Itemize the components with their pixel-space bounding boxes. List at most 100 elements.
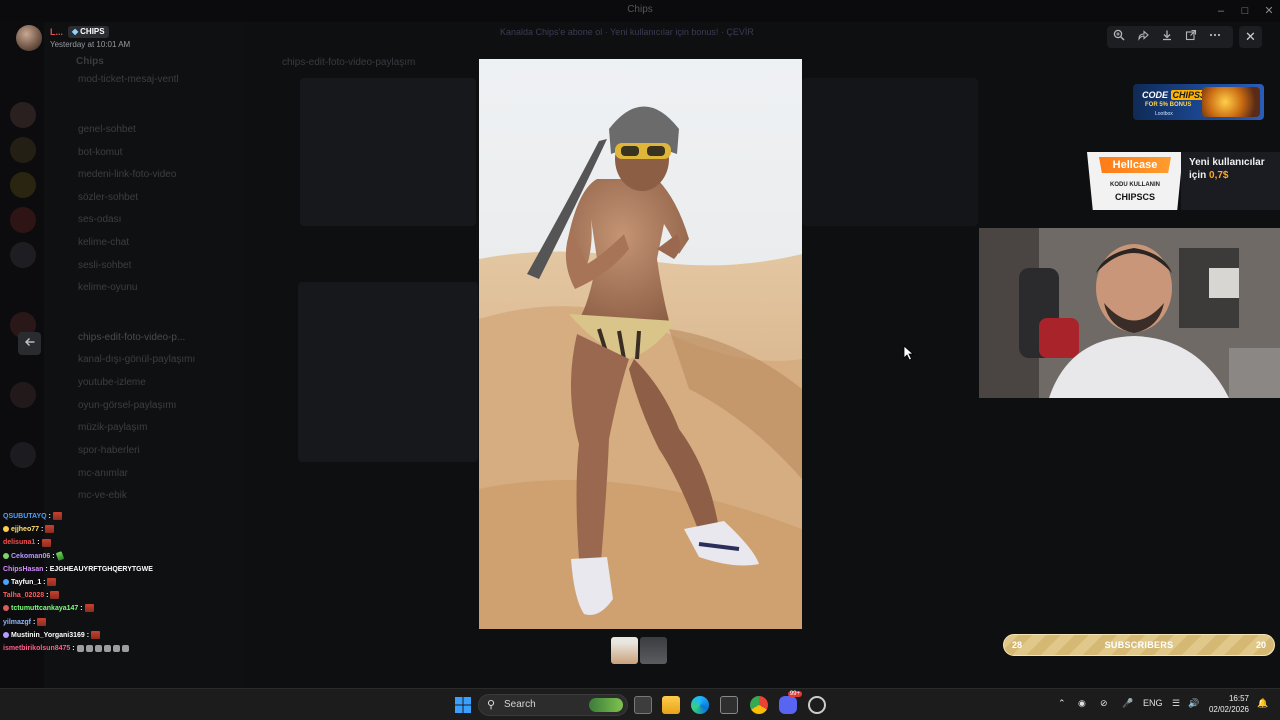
chat-username[interactable]: Talha_02028 [3,592,44,599]
app-tray-icon[interactable]: ⊘ [1100,698,1108,709]
chat-message: ejjheo77 : [3,523,213,536]
server-icon[interactable] [10,382,36,408]
chat-username[interactable]: ismetbirikolsun8475 [3,645,70,652]
edge-browser-icon[interactable] [691,696,709,714]
forward-icon[interactable] [1135,29,1151,45]
channel-item[interactable]: mc-anımlar [78,468,128,479]
maximize-button[interactable]: □ [1234,3,1256,19]
chat-username[interactable]: ChipsHasan [3,566,43,573]
channel-item[interactable]: mod-ticket-mesaj-ventl [78,74,179,85]
volume-icon[interactable]: 🔊 [1188,698,1199,709]
hellcase-amount: 0,7$ [1209,170,1229,181]
chat-username[interactable]: Mustinin_Yorgani3169 [11,632,85,639]
subscribers-goal-bar: 28 SUBSCRIBERS 20 [1003,634,1275,656]
microphone-icon[interactable]: 🎤 [1122,698,1133,709]
chat-username[interactable]: yilmazgf [3,619,31,626]
message-image[interactable] [298,282,478,462]
thumbnail-image[interactable] [640,637,667,664]
arrow-left-icon [24,338,34,346]
sponsor-brand: Lootbox [1155,111,1173,117]
channel-item[interactable]: oyun-görsel-paylaşımı [78,400,176,411]
minimize-button[interactable]: – [1210,3,1232,19]
hellcase-line2: için [1189,170,1207,181]
channel-item[interactable]: mc-ve-ebik [78,490,127,501]
taskbar-search[interactable]: ⚲ Search [478,694,628,716]
chat-emote-icon [45,525,55,534]
sponsor-code-prefix: CODE [1142,90,1169,100]
notification-icon[interactable]: 🔔 [1257,698,1268,709]
server-icon[interactable] [10,207,36,233]
chat-emote-icon [41,538,51,547]
chat-separator: : [70,644,77,652]
discord-tray-icon[interactable]: ◉ [1078,698,1086,709]
language-indicator[interactable]: ENG [1143,698,1163,708]
channel-item[interactable]: müzik-paylaşım [78,422,147,433]
code-sponsor-banner: CODE CHIPS31 FOR 5% BONUS Lootbox [1133,84,1264,120]
hellcase-subtitle: KODU KULLANIN [1110,182,1160,188]
thumbnail-image[interactable] [611,637,638,664]
chat-username[interactable]: QSUBUTAYQ [3,513,47,520]
search-placeholder: Search [504,699,536,710]
chat-username[interactable]: tctumuttcankaya147 [11,605,78,612]
chat-text: EJGHEAUYRFTGHQERYTGWE [49,565,153,573]
more-icon[interactable] [1207,29,1223,45]
windows-start-icon[interactable] [454,696,472,714]
server-icon[interactable] [10,102,36,128]
close-icon[interactable]: ✕ [1239,26,1262,48]
subscribers-label: SUBSCRIBERS [1104,640,1174,650]
server-icon[interactable] [10,242,36,268]
open-external-icon[interactable] [1183,29,1199,45]
download-icon[interactable] [1159,29,1175,45]
channel-item[interactable]: sesli-sohbet [78,260,131,271]
viewer-image[interactable] [479,59,802,629]
chat-separator: : [46,513,53,520]
system-clock[interactable]: 16:57 02/02/2026 [1205,693,1249,715]
wifi-icon[interactable]: ☰ [1172,698,1180,709]
chat-username[interactable]: Tayfun_1 [11,579,41,586]
chevron-up-icon[interactable]: ⌃ [1058,698,1066,709]
message-image[interactable] [300,78,476,226]
channel-item[interactable]: medeni-link-foto-video [78,169,176,180]
clock-time: 16:57 [1228,694,1249,703]
chrome-icon[interactable] [750,696,768,714]
chat-username[interactable]: delisuna1 [3,539,35,546]
app-icon[interactable] [808,696,826,714]
clock-date: 02/02/2026 [1208,705,1249,714]
search-highlight-icon [589,698,623,712]
server-icon[interactable] [10,137,36,163]
channel-item[interactable]: youtube-izleme [78,377,146,388]
chat-username[interactable]: ejjheo77 [11,526,39,533]
hellcase-logo: Hellcase [1099,157,1171,173]
thumbnail-strip [611,637,667,665]
channel-item[interactable]: bot-komut [78,147,122,158]
file-explorer-icon[interactable] [662,696,680,714]
window-close-button[interactable]: ✕ [1258,3,1280,19]
chat-badge-icon [3,631,9,638]
avatar[interactable] [16,25,42,51]
microsoft-store-icon[interactable] [720,696,738,714]
role-badge: ◆ CHIPS [68,26,109,38]
zoom-in-icon[interactable] [1111,29,1127,45]
channel-item[interactable]: kelime-oyunu [78,282,137,293]
channel-item-active[interactable]: chips-edit-foto-video-p... [78,332,185,343]
channel-item[interactable]: ses-odası [78,214,121,225]
message-image[interactable] [802,78,978,226]
channel-item[interactable]: kelime-chat [78,237,129,248]
server-name[interactable]: Chips [76,56,104,67]
discord-badge: 99+ [787,691,802,697]
channel-item[interactable]: genel-sohbet [78,124,136,135]
chat-username[interactable]: Cekoman06 [11,553,50,560]
channel-item[interactable]: spor-haberleri [78,445,140,456]
channel-item[interactable]: sözler-sohbet [78,192,138,203]
server-icon[interactable] [10,172,36,198]
channel-item[interactable]: kanal-dışı-gönül-paylaşımı [78,354,195,365]
author-name[interactable]: L... [50,27,63,37]
chat-emote-icon [52,512,62,521]
discord-icon[interactable]: 99+ [779,691,802,714]
chat-separator: : [78,605,85,613]
previous-image-button[interactable] [18,332,41,355]
windows-taskbar: ⚲ Search 99+ ⌃ ◉ ⊘ 🎤 ENG ☰ 🔊 16:57 02/02… [0,688,1280,720]
chat-message: Cekoman06 : [3,550,213,563]
server-icon[interactable] [10,442,36,468]
task-view-icon[interactable] [634,696,652,714]
